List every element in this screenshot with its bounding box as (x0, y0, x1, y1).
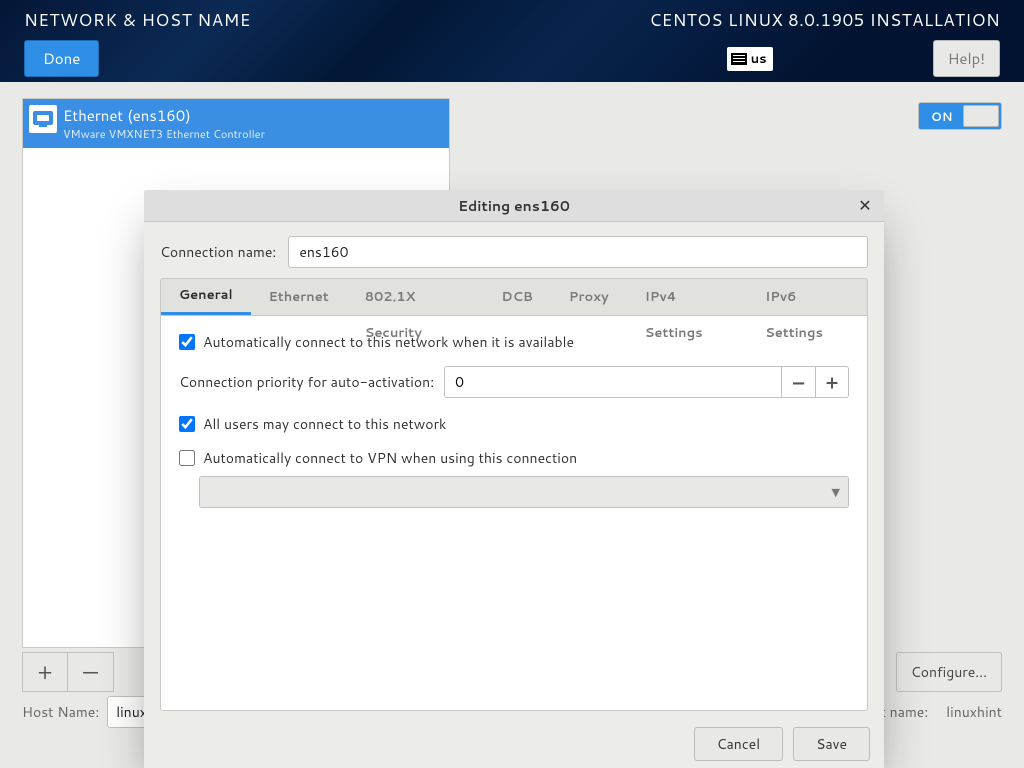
top-bar: NETWORK & HOST NAME CENTOS LINUX 8.0.190… (0, 0, 1024, 82)
cancel-button[interactable]: Cancel (694, 727, 784, 761)
tab-dcb[interactable]: DCB (483, 279, 551, 315)
priority-increase-button[interactable]: + (815, 366, 849, 398)
keyboard-layout-indicator[interactable]: us (727, 47, 773, 71)
auto-vpn-label: Automatically connect to VPN when using … (203, 448, 577, 468)
help-button[interactable]: Help! (933, 40, 1000, 77)
device-subtitle: VMware VMXNET3 Ethernet Controller (63, 126, 441, 142)
edit-connection-dialog: Editing ens160 ✕ Connection name: Genera… (144, 190, 884, 768)
chevron-down-icon: ▼ (832, 484, 840, 500)
connection-name-row: Connection name: (160, 236, 868, 268)
dialog-tabs: General Ethernet 802.1X Security DCB Pro… (160, 278, 868, 315)
tab-proxy[interactable]: Proxy (551, 279, 627, 315)
connection-name-label: Connection name: (160, 242, 276, 262)
toolbar-right: us Help! (727, 40, 1000, 77)
dialog-title: Editing ens160 (144, 196, 884, 216)
toggle-label: ON (931, 108, 953, 125)
tab-ipv6-settings[interactable]: IPv6 Settings (747, 279, 867, 315)
connection-toggle[interactable]: ON (918, 102, 1002, 130)
device-list-buttons: + — (22, 652, 114, 692)
remove-device-button[interactable]: — (68, 652, 114, 692)
priority-input[interactable] (444, 366, 781, 398)
connection-name-input[interactable] (288, 236, 868, 268)
all-users-checkbox[interactable] (179, 416, 195, 432)
auto-vpn-row: Automatically connect to VPN when using … (179, 448, 849, 468)
tab-panel-general: Automatically connect to this network wh… (160, 315, 868, 711)
tab-general[interactable]: General (161, 279, 251, 315)
all-users-label: All users may connect to this network (203, 414, 446, 434)
tab-ethernet[interactable]: Ethernet (251, 279, 347, 315)
content-area: Ethernet (ens160) VMware VMXNET3 Etherne… (0, 82, 1024, 768)
done-button[interactable]: Done (24, 40, 99, 77)
save-button[interactable]: Save (793, 727, 870, 761)
dialog-footer: Cancel Save (144, 718, 884, 768)
vpn-select[interactable]: ▼ (199, 476, 849, 508)
priority-row: Connection priority for auto-activation:… (179, 366, 849, 398)
tab-ipv4-settings[interactable]: IPv4 Settings (627, 279, 747, 315)
tab-8021x-security[interactable]: 802.1X Security (347, 279, 484, 315)
toggle-knob (963, 105, 999, 127)
dialog-close-button[interactable]: ✕ (854, 194, 876, 216)
device-title: Ethernet (ens160) (63, 105, 441, 126)
ethernet-icon (29, 105, 57, 133)
auto-connect-row: Automatically connect to this network wh… (179, 332, 849, 352)
current-hostname-value: linuxhint (946, 702, 1002, 722)
auto-connect-checkbox[interactable] (179, 334, 195, 350)
dialog-body: Connection name: General Ethernet 802.1X… (144, 222, 884, 718)
installer-subtitle: CENTOS LINUX 8.0.1905 INSTALLATION (649, 8, 1000, 32)
add-device-button[interactable]: + (22, 652, 68, 692)
dialog-header: Editing ens160 ✕ (144, 190, 884, 222)
priority-spinbox: − + (444, 366, 849, 398)
priority-label: Connection priority for auto-activation: (179, 372, 434, 392)
keyboard-icon (731, 53, 747, 65)
auto-vpn-checkbox[interactable] (179, 450, 195, 466)
all-users-row: All users may connect to this network (179, 414, 849, 434)
auto-connect-label: Automatically connect to this network wh… (203, 332, 574, 352)
configure-button[interactable]: Configure... (896, 652, 1002, 692)
priority-decrease-button[interactable]: − (781, 366, 815, 398)
hostname-label: Host Name: (22, 702, 99, 722)
keyboard-layout-label: us (751, 50, 767, 68)
device-row-ens160[interactable]: Ethernet (ens160) VMware VMXNET3 Etherne… (23, 99, 449, 148)
